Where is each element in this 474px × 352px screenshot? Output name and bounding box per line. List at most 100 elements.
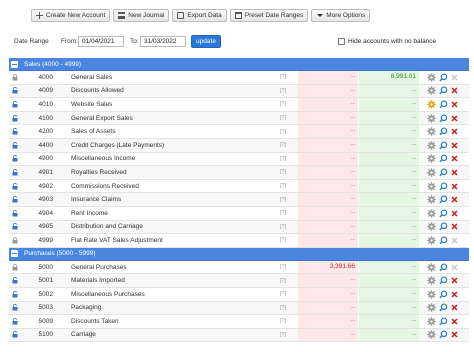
gear-icon[interactable] [427,330,436,340]
delete-x-icon[interactable] [451,169,458,176]
gear-icon[interactable] [427,73,436,82]
account-row: 4904 Rent Income [?] -- -- [9,206,469,221]
export-data-button[interactable]: Export Data [172,9,227,22]
info-marker[interactable]: [?] [277,156,289,162]
info-marker[interactable]: [?] [277,237,289,243]
magnifier-icon[interactable] [439,263,448,272]
info-marker[interactable]: [?] [277,142,289,148]
info-marker[interactable]: [?] [277,291,289,297]
group-header[interactable]: Purchases (5000 - 5999) [9,247,469,261]
info-marker[interactable]: [?] [277,183,289,189]
debit-balance: -- [298,287,358,301]
debit-balance: -- [298,234,358,247]
create-new-account-button[interactable]: Create New Account [31,9,111,22]
magnifier-icon[interactable] [439,209,448,218]
magnifier-icon[interactable] [439,182,448,191]
gear-icon[interactable] [427,168,436,177]
gear-icon[interactable] [427,222,436,232]
info-marker[interactable]: [?] [277,88,289,94]
info-marker[interactable]: [?] [277,318,289,324]
gear-icon[interactable] [427,154,436,164]
group-title: Sales (4000 - 4999) [24,60,82,68]
gear-icon[interactable] [427,181,436,191]
magnifier-icon[interactable] [439,222,448,231]
debit-balance: -- [298,179,358,193]
magnifier-icon[interactable] [439,236,448,245]
info-marker[interactable]: [?] [277,210,289,216]
delete-x-icon[interactable] [451,331,458,339]
gear-icon[interactable] [427,276,436,285]
info-marker[interactable]: [?] [277,332,289,338]
preset-date-ranges-button[interactable]: Preset Date Ranges [229,9,309,22]
gear-icon[interactable] [427,195,436,204]
gear-icon[interactable] [427,127,436,136]
to-date-input[interactable] [140,36,186,47]
unlock-icon [10,181,19,191]
collapse-icon[interactable] [11,60,18,68]
gear-icon[interactable] [427,113,436,123]
account-code: 4100 [38,114,53,122]
magnifier-icon[interactable] [439,127,448,136]
info-marker[interactable]: [?] [277,115,289,121]
group-header[interactable]: Sales (4000 - 4999) [9,58,469,71]
hide-zero-balance-checkbox[interactable] [338,38,345,45]
account-name: General Purchases [71,263,127,271]
info-marker[interactable]: [?] [277,224,289,230]
magnifier-icon[interactable] [439,154,448,163]
magnifier-icon[interactable] [439,114,448,123]
gear-icon[interactable] [427,209,436,218]
magnifier-icon[interactable] [439,290,448,299]
gear-icon[interactable] [427,141,436,150]
delete-x-icon[interactable] [451,210,458,217]
magnifier-icon[interactable] [439,330,448,339]
gear-icon[interactable] [427,317,436,326]
hide-zero-balance-toggle[interactable]: Hide accounts with no balance [338,38,436,45]
delete-x-icon[interactable] [451,128,458,135]
delete-x-icon[interactable] [451,142,458,149]
from-date-input[interactable] [78,36,124,47]
row-actions [427,139,469,152]
delete-x-icon[interactable] [451,183,458,190]
magnifier-icon[interactable] [439,303,448,312]
magnifier-icon[interactable] [439,317,448,326]
row-actions [427,221,469,234]
info-marker[interactable]: [?] [277,74,289,80]
gear-icon[interactable] [427,86,436,96]
credit-balance: 8,991.01 [359,71,419,84]
magnifier-icon[interactable] [439,100,448,109]
new-journal-button[interactable]: New Journal [113,9,170,22]
update-button[interactable]: update [191,35,221,48]
delete-x-icon[interactable] [451,277,458,284]
collapse-icon[interactable] [11,250,18,258]
magnifier-icon[interactable] [439,276,448,285]
gear-icon[interactable] [427,303,436,313]
info-marker[interactable]: [?] [277,101,289,107]
gear-icon[interactable] [427,100,436,109]
magnifier-icon[interactable] [439,86,448,95]
gear-icon[interactable] [427,236,436,245]
delete-x-icon[interactable] [451,291,458,298]
magnifier-icon[interactable] [439,168,448,177]
info-marker[interactable]: [?] [277,278,289,284]
delete-x-icon[interactable] [451,87,458,94]
info-marker[interactable]: [?] [277,305,289,311]
gear-icon[interactable] [427,262,436,272]
more-options-button[interactable]: More Options [311,9,371,22]
export-icon [177,12,185,19]
magnifier-icon[interactable] [439,195,448,204]
magnifier-icon[interactable] [439,73,448,82]
delete-x-icon[interactable] [451,115,458,122]
delete-x-icon[interactable] [451,196,458,203]
info-marker[interactable]: [?] [277,197,289,203]
delete-x-icon[interactable] [451,155,458,162]
delete-x-icon[interactable] [451,318,458,325]
gear-icon[interactable] [427,289,436,299]
delete-x-icon[interactable] [451,304,458,311]
delete-x-icon[interactable] [451,223,458,230]
credit-balance: -- [359,220,419,234]
info-marker[interactable]: [?] [277,169,289,175]
info-marker[interactable]: [?] [277,129,289,135]
magnifier-icon[interactable] [439,141,448,150]
info-marker[interactable]: [?] [277,264,289,270]
delete-x-icon[interactable] [451,101,458,108]
